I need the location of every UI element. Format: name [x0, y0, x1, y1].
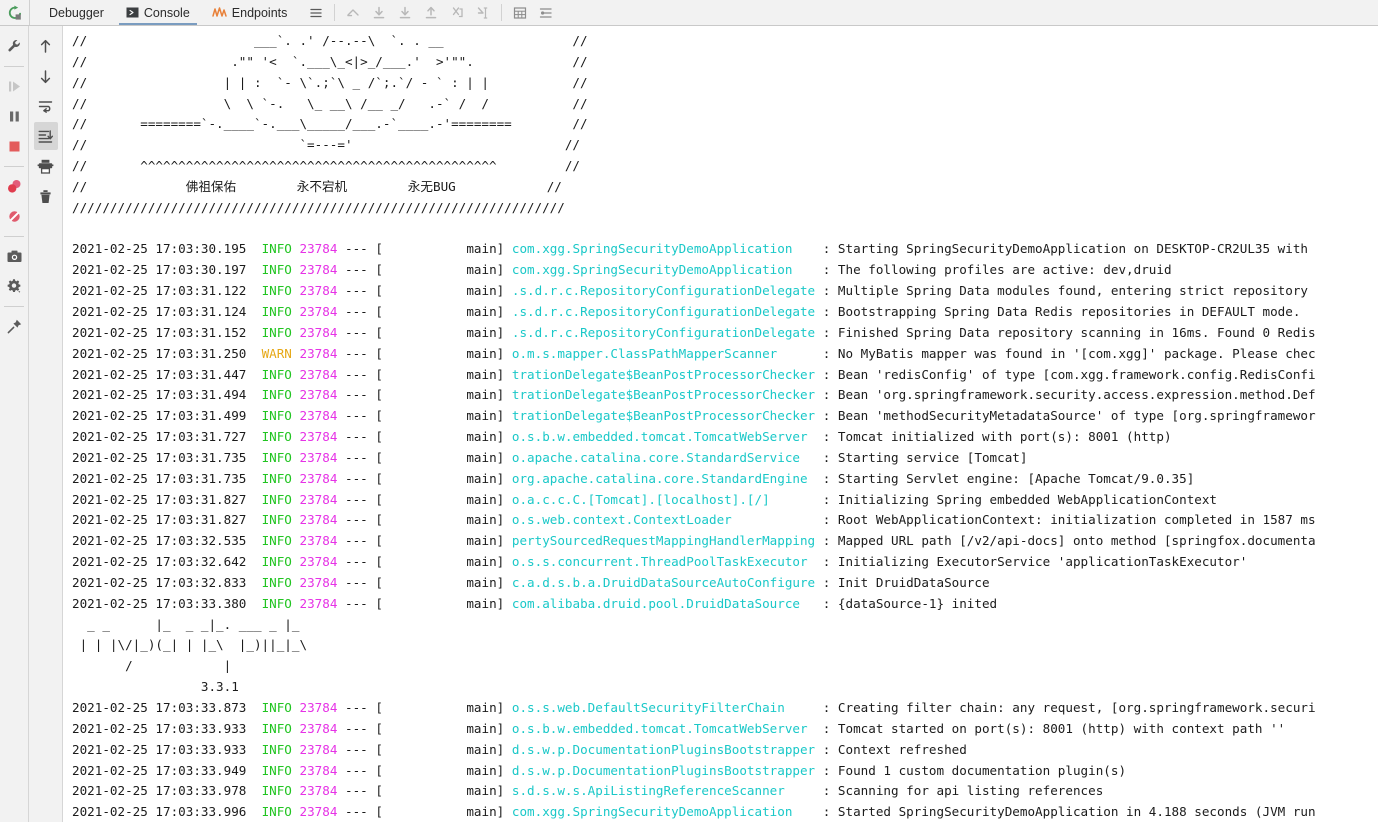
debug-step-buttons [341, 0, 495, 25]
tab-debugger-label: Debugger [49, 5, 104, 20]
scroll-to-end-icon[interactable] [33, 122, 58, 150]
pause-program-icon[interactable] [2, 102, 26, 130]
soft-wrap-icon[interactable] [34, 92, 58, 120]
log-line: 2021-02-25 17:03:31.827 INFO 23784 --- [… [72, 512, 1316, 528]
log-line: 2021-02-25 17:03:30.195 INFO 23784 --- [… [72, 241, 1309, 257]
ascii-banner-line: // 佛祖保佑 永不宕机 永无BUG // [72, 178, 562, 194]
tab-endpoints-label: Endpoints [231, 5, 288, 20]
drop-frame-icon[interactable] [445, 2, 469, 24]
mute-breakpoints-icon[interactable] [2, 202, 26, 230]
ascii-banner-line: // \ \ `-. \_ __\ /__ _/ .-` / / // [72, 95, 588, 111]
clear-all-icon[interactable] [34, 182, 58, 210]
endpoints-icon [212, 6, 227, 19]
step-over-icon[interactable] [367, 2, 391, 24]
ascii-banner-line: ////////////////////////////////////////… [72, 199, 565, 215]
console-output-pane[interactable]: // ___`. .' /--.--\ `. . __ // // ."" '< … [63, 26, 1378, 822]
druid-banner-line: _ _ |_ _ _|_. ___ _ |_ [72, 616, 300, 632]
step-into-icon[interactable] [393, 2, 417, 24]
ascii-banner-line: // ========`-.____`-.___\_____/___.-`___… [72, 116, 588, 132]
ascii-banner-line: // | | : `- \`.;`\ _ /`;.`/ - ` : | | // [72, 74, 588, 90]
view-breakpoints-icon[interactable] [2, 172, 26, 200]
run-window-tabs: Debugger Console Endpoints [30, 0, 298, 25]
rerun-button[interactable] [0, 0, 30, 25]
scroll-up-icon[interactable] [34, 32, 58, 60]
log-line: 2021-02-25 17:03:33.380 INFO 23784 --- [… [72, 595, 998, 611]
log-line: 2021-02-25 17:03:33.978 INFO 23784 --- [… [72, 783, 1104, 799]
ascii-banner-line: // `=---=' // [72, 137, 580, 153]
toolbar-divider-1 [334, 4, 336, 21]
log-line: 2021-02-25 17:03:31.494 INFO 23784 --- [… [72, 387, 1316, 403]
ascii-banner-line: // ___`. .' /--.--\ `. . __ // [72, 33, 588, 48]
gutter-divider-3 [4, 236, 24, 237]
log-line: 2021-02-25 17:03:33.933 INFO 23784 --- [… [72, 720, 1286, 736]
extra-toolbar-buttons [508, 0, 558, 25]
pin-tab-icon[interactable] [2, 312, 26, 340]
wrench-icon[interactable] [2, 32, 26, 60]
log-line: 2021-02-25 17:03:31.735 INFO 23784 --- [… [72, 449, 1028, 465]
log-line: 2021-02-25 17:03:33.933 INFO 23784 --- [… [72, 741, 967, 757]
tab-debugger[interactable]: Debugger [38, 0, 115, 25]
gutter-divider-2 [4, 166, 24, 167]
rerun-icon [7, 5, 23, 21]
show-execution-point-icon[interactable] [341, 2, 365, 24]
druid-banner-line: 3.3.1 [72, 679, 239, 695]
top-toolbar: Debugger Console Endpoints [0, 0, 1378, 26]
log-line: 2021-02-25 17:03:31.122 INFO 23784 --- [… [72, 283, 1309, 299]
tab-console[interactable]: Console [115, 0, 201, 25]
log-line: 2021-02-25 17:03:31.727 INFO 23784 --- [… [72, 429, 1172, 445]
druid-banner-line: / | [72, 658, 232, 674]
ide-run-window: Debugger Console Endpoints // ___`. .' /… [0, 0, 1378, 822]
ascii-banner-line: // ^^^^^^^^^^^^^^^^^^^^^^^^^^^^^^^^^^^^^… [72, 158, 580, 174]
console-text: // ___`. .' /--.--\ `. . __ // // ."" '< … [72, 31, 1378, 822]
screenshot-icon[interactable] [2, 242, 26, 270]
hamburger-menu-icon[interactable] [304, 2, 328, 24]
log-line: 2021-02-25 17:03:32.642 INFO 23784 --- [… [72, 554, 1248, 570]
log-line: 2021-02-25 17:03:31.124 INFO 23784 --- [… [72, 303, 1301, 319]
evaluate-table-icon[interactable] [508, 2, 532, 24]
tab-console-label: Console [143, 5, 190, 20]
run-window-body: // ___`. .' /--.--\ `. . __ // // ."" '< … [0, 26, 1378, 822]
settings-lines-icon[interactable] [534, 2, 558, 24]
console-icon [126, 6, 139, 19]
log-line: 2021-02-25 17:03:30.197 INFO 23784 --- [… [72, 262, 1172, 278]
log-line: 2021-02-25 17:03:32.833 INFO 23784 --- [… [72, 574, 990, 590]
gutter-divider-4 [4, 306, 24, 307]
gutter-divider-1 [4, 66, 24, 67]
scroll-down-icon[interactable] [34, 62, 58, 90]
toolbar-divider-2 [501, 4, 503, 21]
run-to-cursor-icon[interactable] [471, 2, 495, 24]
druid-banner-line: | | |\/|_)(_| | |_\ |_)||_|_\ [72, 637, 308, 653]
log-line: 2021-02-25 17:03:31.499 INFO 23784 --- [… [72, 408, 1316, 424]
stop-program-icon[interactable] [2, 132, 26, 160]
print-icon[interactable] [34, 152, 58, 180]
step-out-icon[interactable] [419, 2, 443, 24]
log-line: 2021-02-25 17:03:32.535 INFO 23784 --- [… [72, 533, 1316, 549]
log-line: 2021-02-25 17:03:31.735 INFO 23784 --- [… [72, 470, 1195, 486]
log-line: 2021-02-25 17:03:33.996 INFO 23784 --- [… [72, 804, 1316, 820]
log-line: 2021-02-25 17:03:33.873 INFO 23784 --- [… [72, 700, 1316, 715]
log-line: 2021-02-25 17:03:31.447 INFO 23784 --- [… [72, 366, 1316, 382]
log-line: 2021-02-25 17:03:31.827 INFO 23784 --- [… [72, 491, 1218, 507]
resume-program-icon[interactable] [2, 72, 26, 100]
ascii-banner-line: // ."" '< `.___\_<|>_/___.' >'"". // [72, 53, 588, 69]
console-actions-gutter [29, 26, 63, 822]
log-line: 2021-02-25 17:03:33.949 INFO 23784 --- [… [72, 762, 1127, 778]
log-line: 2021-02-25 17:03:31.250 WARN 23784 --- [… [72, 345, 1316, 361]
log-line: 2021-02-25 17:03:31.152 INFO 23784 --- [… [72, 324, 1316, 340]
debug-actions-gutter [0, 26, 29, 822]
settings-gear-icon[interactable] [2, 272, 26, 300]
tab-endpoints[interactable]: Endpoints [201, 0, 299, 25]
